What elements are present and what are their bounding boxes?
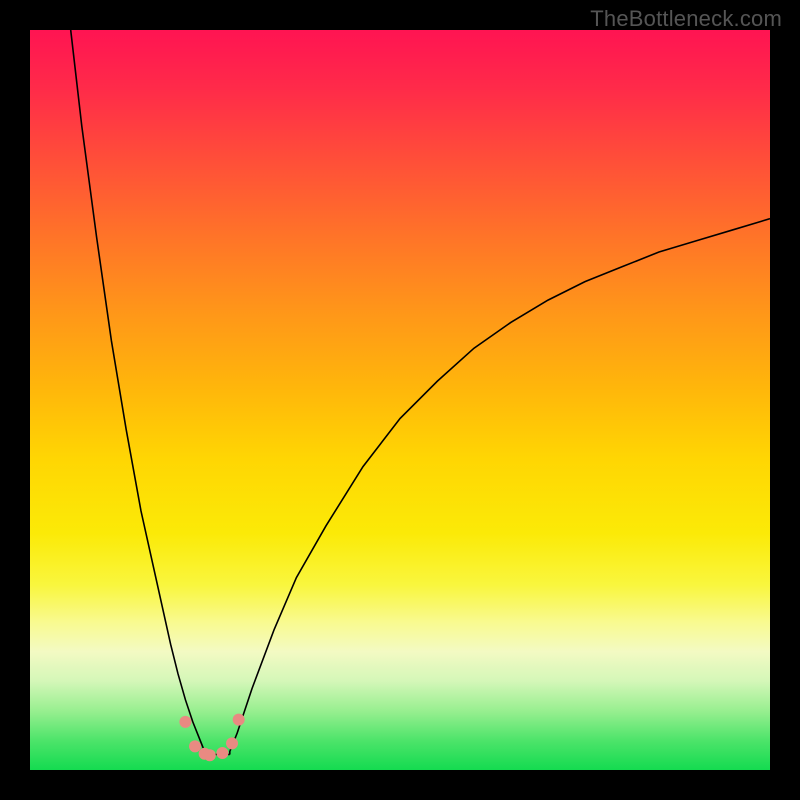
data-point: [204, 749, 216, 761]
data-point: [226, 737, 238, 749]
chart-container: TheBottleneck.com: [0, 0, 800, 800]
plot-area: [30, 30, 770, 770]
bottleneck-curve-right: [230, 219, 770, 755]
data-point: [216, 747, 228, 759]
data-point: [189, 740, 201, 752]
data-point: [233, 714, 245, 726]
bottleneck-curve-left: [71, 30, 230, 754]
data-point: [179, 716, 191, 728]
watermark-text: TheBottleneck.com: [590, 6, 782, 32]
curve-svg: [30, 30, 770, 770]
